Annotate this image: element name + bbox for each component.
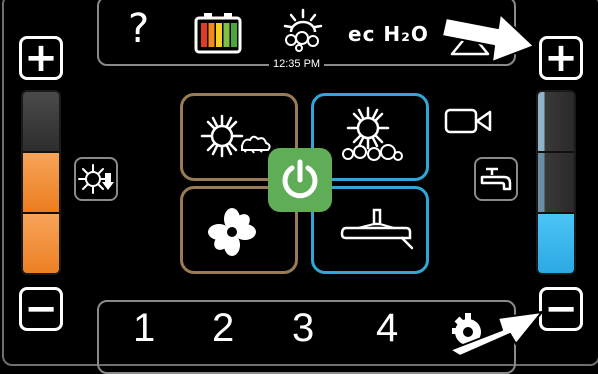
- right-level-segment-2: [538, 153, 574, 214]
- vacuum-fan-icon: [206, 206, 258, 258]
- plus-icon: +: [544, 35, 578, 81]
- squeegee-icon: [340, 206, 414, 252]
- preset-4-button[interactable]: 4: [376, 306, 398, 351]
- right-level-bar[interactable]: [536, 90, 576, 275]
- preset-1-button[interactable]: 1: [133, 306, 155, 351]
- right-increase-button[interactable]: +: [539, 36, 583, 80]
- pointer-arrow-top: [440, 4, 540, 66]
- clock-time: 12:35 PM: [269, 58, 325, 70]
- help-button[interactable]: ?: [128, 6, 149, 52]
- left-level-segment-1: [23, 92, 59, 153]
- right-level-segment-1: [538, 92, 574, 153]
- preset-3-button[interactable]: 3: [292, 306, 314, 351]
- camera-icon[interactable]: [444, 106, 494, 136]
- minus-icon: −: [544, 286, 578, 332]
- left-level-segment-2: [23, 153, 59, 214]
- pointer-arrow-bottom: [446, 300, 546, 357]
- power-icon: [282, 159, 318, 199]
- water-faucet-icon[interactable]: [474, 157, 518, 201]
- scrub-foam-icon: [336, 104, 406, 166]
- right-level-segment-3: [538, 214, 574, 273]
- left-level-segment-3: [23, 214, 59, 273]
- left-increase-button[interactable]: +: [19, 36, 63, 80]
- minus-icon: −: [24, 286, 58, 332]
- left-decrease-button[interactable]: −: [19, 287, 63, 331]
- scrub-pressure-down-icon[interactable]: [74, 157, 118, 201]
- ec-h2o-label[interactable]: ec H₂O: [348, 22, 429, 46]
- power-button[interactable]: [268, 148, 332, 212]
- battery-icon: [194, 12, 242, 54]
- plus-icon: +: [24, 35, 58, 81]
- detergent-sun-icon[interactable]: [275, 8, 331, 54]
- preset-2-button[interactable]: 2: [212, 306, 234, 351]
- scrub-brush-icon: [196, 112, 276, 160]
- left-level-bar[interactable]: [21, 90, 61, 275]
